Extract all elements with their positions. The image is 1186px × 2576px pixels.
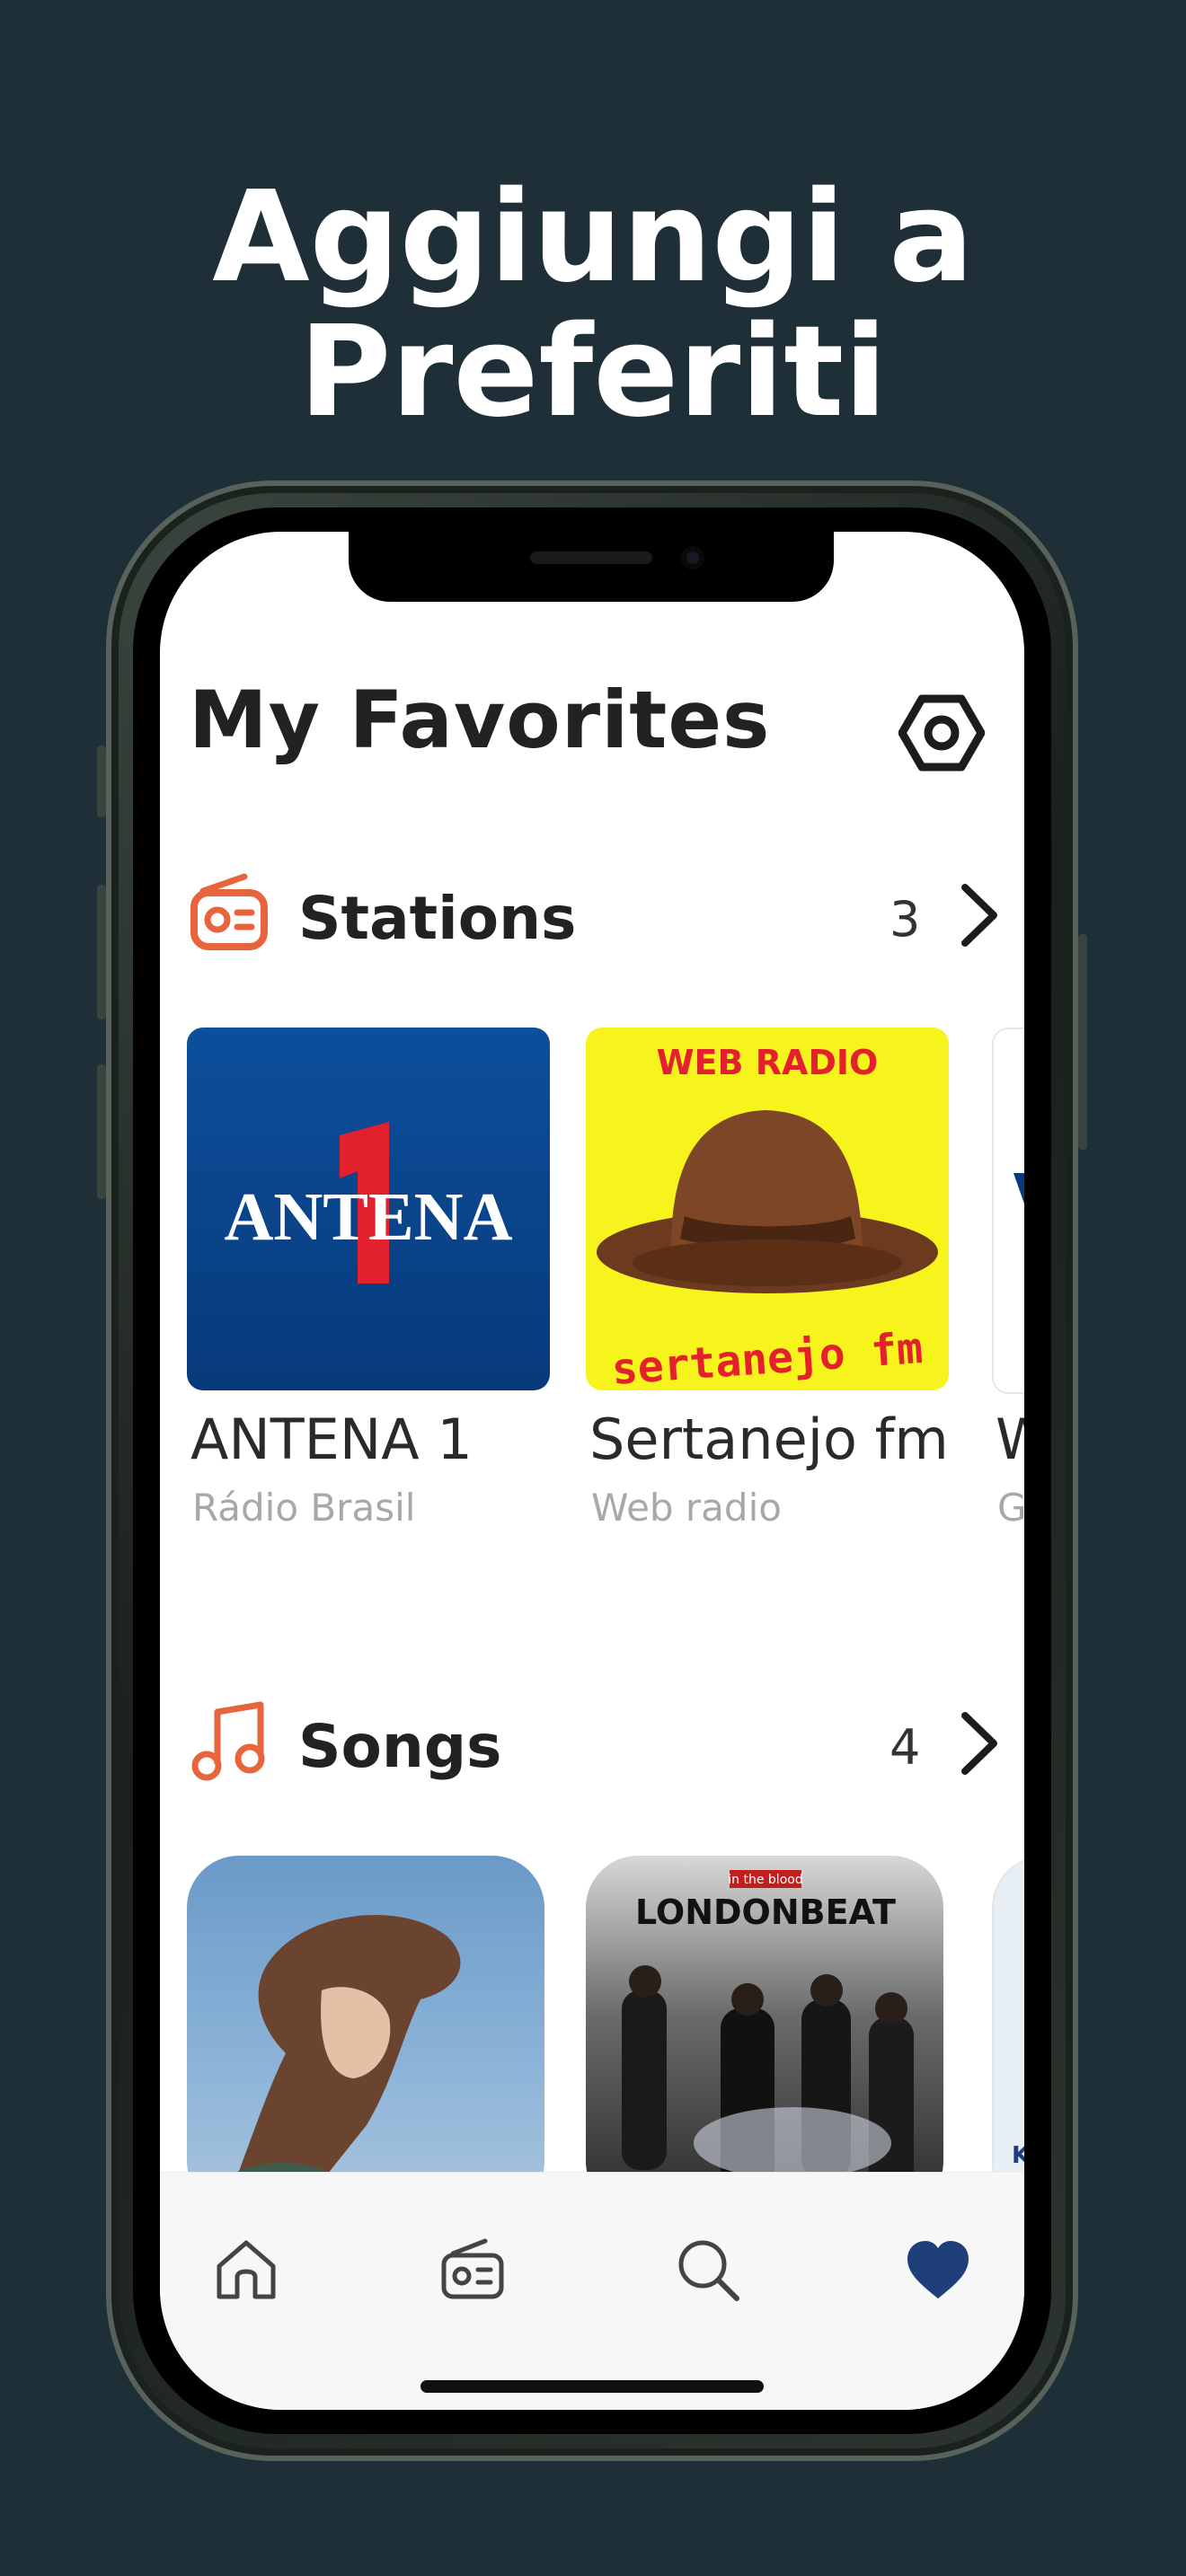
phone-side-button-right: [1078, 934, 1087, 1150]
songs-section-title: Songs: [298, 1712, 502, 1781]
promo-line-1: Aggiungi a: [212, 164, 974, 311]
station-subtitle: Rádio Brasil: [192, 1486, 416, 1530]
station-title: ANTENA 1: [190, 1407, 473, 1472]
antena-logo-text: ANTENA: [225, 1179, 513, 1255]
phone-screen: My Favorites Stations 3 ANTENA ANTENA 1 …: [160, 532, 1024, 2410]
station-card[interactable]: WEB RADIO sertanejo fm Sertanejo fm Web …: [586, 1028, 949, 1530]
chevron-right-icon[interactable]: [954, 1710, 1003, 1777]
promo-line-2: Preferiti: [298, 299, 888, 446]
notch: [349, 532, 834, 602]
radio-icon: [189, 873, 270, 954]
tab-search[interactable]: [672, 2234, 744, 2306]
heart-icon: [907, 2241, 969, 2298]
songs-section-header[interactable]: Songs 4: [189, 1701, 997, 1782]
phone-side-button-left-1: [97, 745, 106, 817]
search-icon: [678, 2240, 739, 2301]
speaker: [530, 551, 652, 564]
album-label: in the blood: [728, 1873, 802, 1887]
song-card[interactable]: in the blood LONDONBEAT: [586, 1856, 943, 2213]
song-card[interactable]: K: [992, 1856, 1024, 2217]
station-card[interactable]: ANTENA ANTENA 1 Rádio Brasil: [187, 1028, 550, 1530]
tab-bar: [160, 2172, 1024, 2410]
songs-count: 4: [890, 1719, 921, 1776]
song-card[interactable]: [187, 1856, 544, 2213]
promo-headline: Aggiungi a Preferiti: [0, 171, 1186, 440]
home-icon: [217, 2240, 276, 2299]
sertanejo-logo-text: sertanejo fm: [610, 1323, 925, 1390]
front-camera: [681, 546, 704, 569]
station-subtitle: Web radio: [591, 1486, 782, 1530]
tab-favorites[interactable]: [902, 2234, 974, 2306]
song-artwork-partial: K: [992, 1856, 1024, 2217]
station-title: W: [996, 1407, 1024, 1472]
stations-section-header[interactable]: Stations 3: [189, 873, 997, 954]
antena-1-logo: ANTENA: [187, 1028, 550, 1390]
settings-button[interactable]: [898, 690, 986, 776]
album-partial-letter: K: [1012, 2142, 1024, 2169]
phone-side-button-left-2: [97, 885, 106, 1019]
stations-section-title: Stations: [298, 884, 577, 953]
station-card[interactable]: W G: [992, 1028, 1024, 1530]
sertanejo-fm-logo: WEB RADIO sertanejo fm: [586, 1028, 949, 1390]
settings-hexagon-icon: [898, 694, 986, 772]
station-subtitle: G: [997, 1486, 1024, 1530]
album-title: LONDONBEAT: [635, 1892, 896, 1932]
stations-count: 3: [890, 891, 921, 948]
home-indicator[interactable]: [420, 2380, 764, 2393]
song-artwork: [187, 1856, 544, 2213]
web-radio-label: WEB RADIO: [657, 1043, 879, 1082]
chevron-right-icon[interactable]: [954, 882, 1003, 948]
music-note-icon: [189, 1701, 270, 1782]
song-artwork: in the blood LONDONBEAT: [586, 1856, 943, 2213]
page-title: My Favorites: [189, 674, 771, 766]
phone-side-button-left-3: [97, 1064, 106, 1199]
tab-radio[interactable]: [437, 2234, 509, 2306]
station-title: Sertanejo fm: [589, 1407, 949, 1472]
radio-icon: [441, 2238, 504, 2299]
tab-home[interactable]: [210, 2234, 282, 2306]
station-logo-partial: [992, 1028, 1024, 1394]
